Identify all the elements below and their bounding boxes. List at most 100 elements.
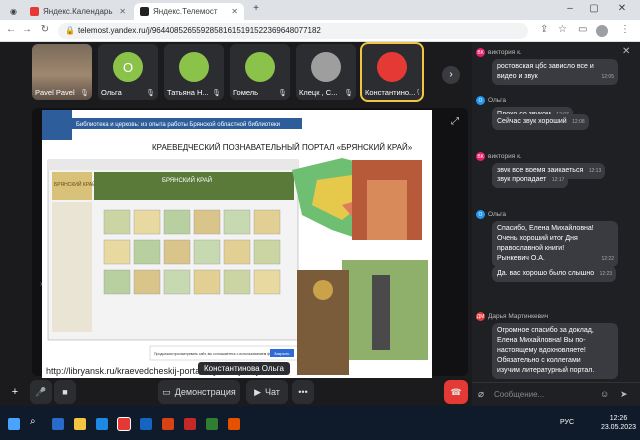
edge-icon[interactable]: [96, 418, 108, 430]
participants-strip: Pavel Pavel 🎙 О Ольга 🎙 Татьяна Н... 🎙 Гомель 🎙 К…: [32, 42, 460, 102]
message-text: Спасибо, Елена Михайловна! Очень хороший…: [497, 225, 594, 262]
message-text: Сейчас звук хороший: [497, 118, 567, 125]
emoji-icon[interactable]: ☺: [600, 389, 609, 399]
library-logo: [42, 110, 72, 140]
search-icon[interactable]: ⌕: [30, 416, 42, 428]
participant-name: Константино...🎙: [365, 88, 419, 97]
message-time: 12:22: [601, 256, 614, 262]
profile-avatar[interactable]: [596, 25, 608, 37]
excel-icon[interactable]: [206, 418, 218, 430]
site-logo-text: БРЯНСКИЙ КРАЙ: [54, 180, 96, 188]
participant-tile[interactable]: Константино...🎙: [360, 42, 424, 102]
site-category-tile: [163, 269, 191, 295]
more-button[interactable]: •••: [292, 380, 314, 404]
sender-avatar: О: [476, 96, 485, 105]
next-participants-button[interactable]: ›: [442, 66, 460, 84]
minimize-icon[interactable]: –: [560, 3, 580, 14]
website-browser-chrome: [48, 160, 298, 170]
chat-composer: ⌀ Сообщение... ☺ ➤: [472, 382, 640, 406]
close-tab-icon[interactable]: ✕: [119, 7, 126, 16]
fullscreen-icon[interactable]: ⤢: [451, 116, 459, 127]
clock-time: 12:26: [609, 415, 628, 422]
tab-label: Яндекс.Телемост: [153, 7, 218, 16]
sender-name: Дарья Мартинкевич: [488, 313, 549, 320]
site-category-tile: [163, 239, 191, 265]
sender-avatar: ВК: [476, 152, 485, 161]
monument-figure: [372, 275, 390, 350]
site-sidebar: [52, 202, 92, 332]
site-category-tile: [133, 239, 161, 265]
chat-button[interactable]: ▶ Чат: [246, 380, 288, 404]
muted-mic-icon: 🎙: [415, 89, 419, 97]
slide-edge-marker: ›: [40, 279, 43, 288]
message-text: звук пропадает: [497, 176, 547, 183]
hang-up-button[interactable]: ☎: [444, 380, 468, 404]
reload-icon[interactable]: ↻: [38, 24, 52, 35]
back-icon[interactable]: ←: [4, 24, 18, 35]
browser-tab-bar: ◉ Яндекс.Календарь ✕ Яндекс.Телемост ✕ +…: [0, 0, 640, 20]
start-icon[interactable]: [8, 418, 20, 430]
participant-avatar: О: [113, 52, 143, 82]
clock[interactable]: 12:26 23.05.2023: [601, 414, 636, 432]
muted-mic-icon: 🎙: [80, 89, 89, 97]
participant-tile[interactable]: Гомель 🎙: [230, 44, 290, 100]
chrome-menu-icon[interactable]: ◉: [4, 3, 22, 20]
site-category-tile: [193, 209, 221, 235]
language-indicator[interactable]: РУС: [560, 419, 574, 426]
site-category-tile: [163, 209, 191, 235]
forward-icon[interactable]: →: [20, 24, 34, 35]
message-bubble: Спасибо, Елена Михайловна! Очень хороший…: [492, 221, 618, 267]
participant-name-text: Гомель: [233, 88, 259, 97]
site-category-tile: [133, 209, 161, 235]
maximize-icon[interactable]: ▢: [584, 3, 604, 14]
site-category-tile: [253, 239, 281, 265]
opera-icon[interactable]: [228, 418, 240, 430]
message-bubble: Да. вас хорошо было слышно 12:23: [492, 266, 617, 282]
url-field[interactable]: 🔒 telemost.yandex.ru/j/96440852655928581…: [58, 23, 528, 39]
screen-share-icon: ▭: [162, 386, 171, 397]
share-icon[interactable]: ⇪: [540, 24, 548, 35]
participant-name-text: Клецк , С...: [299, 88, 338, 97]
participant-name: Гомель 🎙: [233, 88, 287, 97]
message-bubble: Огромное спасибо за доклад, Елена Михайл…: [492, 323, 618, 379]
site-category-tile: [223, 239, 251, 265]
powerpoint-icon[interactable]: [162, 418, 174, 430]
tab-telemost[interactable]: Яндекс.Телемост ✕: [134, 3, 244, 20]
send-icon[interactable]: ➤: [620, 389, 628, 400]
sender-avatar: ВК: [476, 48, 485, 57]
message-time: 12:17: [551, 177, 565, 183]
sender-name: виктория к.: [488, 49, 522, 56]
close-tab-icon[interactable]: ✕: [231, 7, 238, 16]
site-category-tile: [103, 269, 131, 295]
site-category-tile: [193, 269, 221, 295]
lock-icon: 🔒: [65, 26, 75, 35]
participant-tile[interactable]: О Ольга 🎙: [98, 44, 158, 100]
close-window-icon[interactable]: ✕: [612, 3, 632, 14]
participant-tile[interactable]: Pavel Pavel 🎙: [32, 44, 92, 100]
new-tab-icon[interactable]: +: [246, 3, 266, 14]
add-participant-icon[interactable]: +: [6, 380, 24, 404]
participant-tile[interactable]: Клецк , С... 🎙: [296, 44, 356, 100]
sender-avatar: О: [476, 210, 485, 219]
participant-avatar: [245, 52, 275, 82]
explorer-icon[interactable]: [74, 418, 86, 430]
bookmark-star-icon[interactable]: ☆: [558, 24, 567, 35]
message-sender-row: ВК виктория к.: [476, 152, 636, 161]
screen-share-button[interactable]: ▭ Демонстрация: [158, 380, 240, 404]
chat-message: Сейчас звук хороший 12:08: [476, 112, 636, 130]
message-bubble: ростовская цбс зависло все и видео и зву…: [492, 59, 618, 85]
sidebar-icon[interactable]: ▭: [578, 24, 587, 35]
camera-button[interactable]: ■: [54, 380, 76, 404]
tab-calendar[interactable]: Яндекс.Календарь ✕: [24, 3, 132, 20]
kebab-menu-icon[interactable]: ⋮: [620, 24, 630, 35]
task-view-icon[interactable]: [52, 418, 64, 430]
participant-tile[interactable]: Татьяна Н... 🎙: [164, 44, 224, 100]
attach-icon[interactable]: ⌀: [478, 389, 484, 400]
site-header-text: БРЯНСКИЙ КРАЙ: [162, 176, 212, 184]
word-icon[interactable]: [140, 418, 152, 430]
site-category-tile: [103, 239, 131, 265]
pdf-reader-icon[interactable]: [184, 418, 196, 430]
chrome-taskbar-icon[interactable]: [117, 417, 131, 431]
microphone-button[interactable]: 🎤: [30, 380, 52, 404]
message-input[interactable]: Сообщение...: [494, 390, 544, 399]
